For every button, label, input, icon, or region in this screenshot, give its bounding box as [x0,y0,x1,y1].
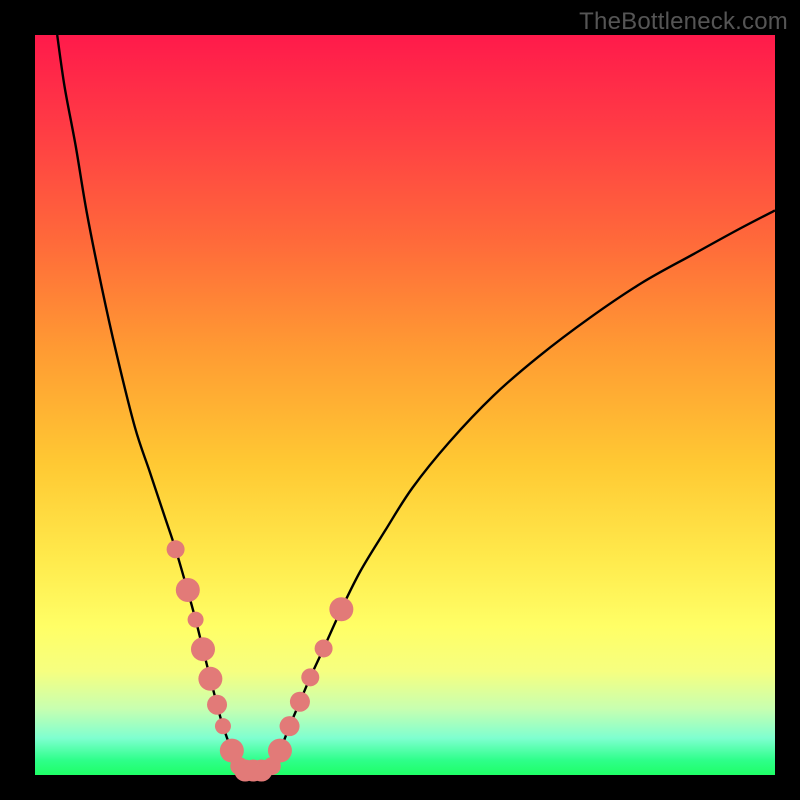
watermark-text: TheBottleneck.com [579,8,788,36]
plot-area [35,35,775,775]
chart-frame: TheBottleneck.com [0,0,800,800]
